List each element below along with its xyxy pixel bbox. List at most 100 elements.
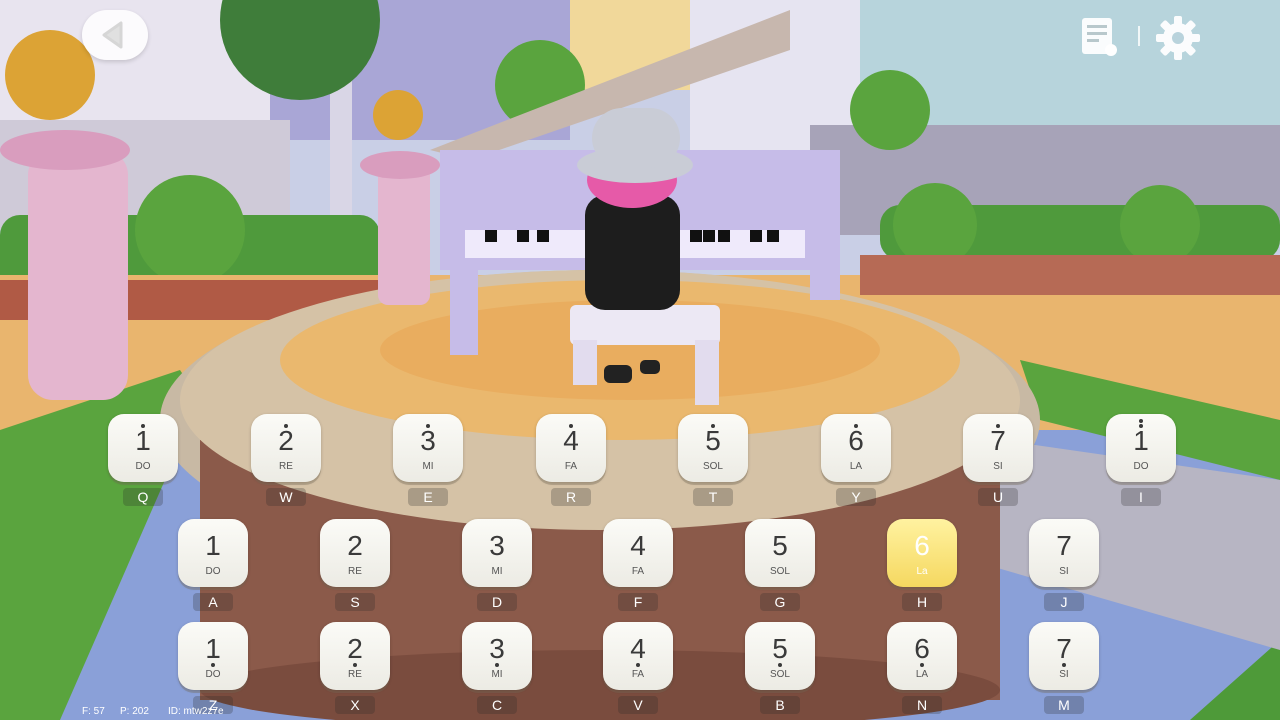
gear-icon <box>1156 16 1200 60</box>
piano-key-j[interactable]: 7 SI <box>1029 519 1099 587</box>
hud-divider <box>1138 26 1140 46</box>
piano-key-m[interactable]: 7 SI <box>1029 622 1099 690</box>
key-number: 7 <box>990 425 1006 456</box>
keybind-label: J <box>1044 593 1084 611</box>
keybind-label: T <box>693 488 733 506</box>
flower-bush-2 <box>893 183 977 267</box>
music-sheet-button[interactable] <box>1078 16 1122 60</box>
key-number: 6 <box>848 425 864 456</box>
key-solfege: SOL <box>769 566 790 577</box>
key-solfege: SOL <box>769 669 790 680</box>
piano-key-s[interactable]: 2 RE <box>320 519 390 587</box>
octave-dot <box>495 663 499 667</box>
key-solfege: MI <box>422 461 434 472</box>
key-number: 4 <box>630 633 646 664</box>
piano-key-z[interactable]: 1 DO <box>178 622 248 690</box>
pillar-left-cap <box>0 130 130 170</box>
key-number: 3 <box>489 633 505 664</box>
key-number: 2 <box>347 633 363 664</box>
lyre-statue-mid <box>373 90 423 140</box>
keybind-label: X <box>335 696 375 714</box>
piano-key-n[interactable]: 6 LA <box>887 622 957 690</box>
keybind-label: Q <box>123 488 163 506</box>
piano-key-v[interactable]: 4 FA <box>603 622 673 690</box>
key-solfege: SI <box>1059 669 1069 680</box>
octave-dot <box>996 424 1000 428</box>
flower-bush-5 <box>850 70 930 150</box>
settings-button[interactable] <box>1154 14 1202 62</box>
keybind-label: W <box>266 488 306 506</box>
keybind-label: B <box>760 696 800 714</box>
piano-key-c[interactable]: 3 MI <box>462 622 532 690</box>
keybind-label: D <box>477 593 517 611</box>
key-solfege: LA <box>849 461 863 472</box>
octave-dot <box>284 424 288 428</box>
avatar-foot-right <box>640 360 660 374</box>
piano-key-e[interactable]: 3 MI <box>393 414 463 482</box>
key-solfege: DO <box>205 566 221 577</box>
piano-key-h[interactable]: 6 La <box>887 519 957 587</box>
key-number: 3 <box>420 425 436 456</box>
piano-leg-right <box>810 260 840 300</box>
bench-leg-left <box>573 340 597 385</box>
fps-readout: F: 57 <box>82 706 105 717</box>
octave-dot <box>569 424 573 428</box>
flower-bush-1 <box>135 175 245 285</box>
octave-dot <box>1139 419 1143 423</box>
key-solfege: FA <box>631 566 645 577</box>
piano-key-b[interactable]: 5 SOL <box>745 622 815 690</box>
chevron-left-icon <box>102 21 123 49</box>
piano-bench <box>570 305 720 345</box>
game-scene <box>0 0 1280 720</box>
key-number: 6 <box>914 633 930 664</box>
key-number: 5 <box>705 425 721 456</box>
key-solfege: RE <box>279 461 293 472</box>
piano-key-d[interactable]: 3 MI <box>462 519 532 587</box>
piano-key-r[interactable]: 4 FA <box>536 414 606 482</box>
key-solfege: MI <box>491 566 503 577</box>
music-sheet-icon <box>1082 18 1117 56</box>
key-solfege: SI <box>993 461 1003 472</box>
piano-leg-left <box>450 260 478 355</box>
piano-key-y[interactable]: 6 LA <box>821 414 891 482</box>
avatar-foot-left <box>604 365 632 383</box>
octave-dot <box>854 424 858 428</box>
key-solfege: La <box>916 566 928 577</box>
key-number: 2 <box>278 425 294 456</box>
piano-key-f[interactable]: 4 FA <box>603 519 673 587</box>
key-number: 7 <box>1056 530 1072 561</box>
key-number: 5 <box>772 633 788 664</box>
keybind-label: I <box>1121 488 1161 506</box>
bench-leg-right <box>695 340 719 405</box>
avatar-body <box>585 195 680 310</box>
piano-key-u[interactable]: 7 SI <box>963 414 1033 482</box>
piano-key-t[interactable]: 5 SOL <box>678 414 748 482</box>
keybind-label: E <box>408 488 448 506</box>
octave-dot <box>711 424 715 428</box>
key-number: 1 <box>1133 425 1149 456</box>
keybind-label: N <box>902 696 942 714</box>
octave-dot <box>1139 424 1143 428</box>
piano-key-q[interactable]: 1 DO <box>108 414 178 482</box>
back-button[interactable] <box>82 10 148 60</box>
piano-key-g[interactable]: 5 SOL <box>745 519 815 587</box>
key-solfege: RE <box>348 669 362 680</box>
key-solfege: RE <box>348 566 362 577</box>
piano-key-i[interactable]: 1 DO <box>1106 414 1176 482</box>
key-solfege: MI <box>491 669 503 680</box>
octave-dot <box>426 424 430 428</box>
key-number: 6 <box>914 530 930 561</box>
key-number: 3 <box>489 530 505 561</box>
flower-bush-3 <box>1120 185 1200 265</box>
red-curb-right <box>860 255 1280 295</box>
key-number: 4 <box>630 530 646 561</box>
piano-key-x[interactable]: 2 RE <box>320 622 390 690</box>
piano-key-w[interactable]: 2 RE <box>251 414 321 482</box>
octave-dot <box>353 663 357 667</box>
key-solfege: DO <box>205 669 221 680</box>
octave-dot <box>141 424 145 428</box>
piano-key-a[interactable]: 1 DO <box>178 519 248 587</box>
octave-dot <box>636 663 640 667</box>
key-solfege: DO <box>135 461 151 472</box>
keybind-label: H <box>902 593 942 611</box>
